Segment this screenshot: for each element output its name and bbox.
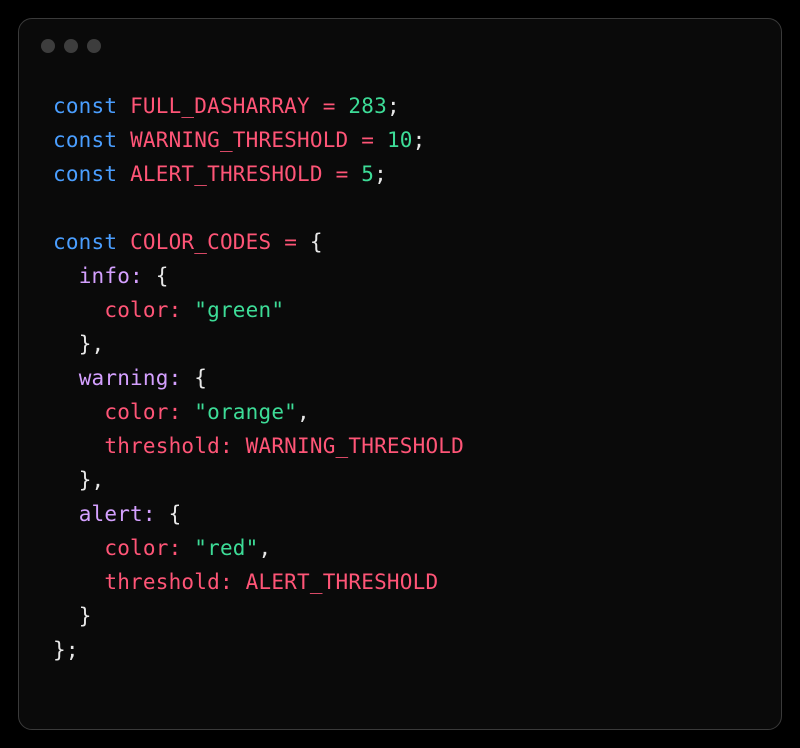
property-threshold: threshold: [104,434,232,458]
identifier-alert-threshold: ALERT_THRESHOLD [130,162,323,186]
property-color: color: [104,298,181,322]
operator-assign: = [336,162,349,186]
semicolon: ; [66,638,79,662]
number-literal: 10 [387,128,413,152]
code-window: const FULL_DASHARRAY = 283; const WARNIN… [18,18,782,730]
keyword-const: const [53,128,117,152]
window-control-zoom-icon[interactable] [87,39,101,53]
code-editor[interactable]: const FULL_DASHARRAY = 283; const WARNIN… [19,61,781,687]
comma: , [92,332,105,356]
comma: , [259,536,272,560]
brace-open: { [169,502,182,526]
property-color: color: [104,400,181,424]
string-literal-red: "red" [194,536,258,560]
keyword-const: const [53,230,117,254]
keyword-const: const [53,94,117,118]
string-literal-green: "green" [194,298,284,322]
identifier-ref-warning-threshold: WARNING_THRESHOLD [246,434,464,458]
brace-open: { [156,264,169,288]
identifier-warning-threshold: WARNING_THRESHOLD [130,128,348,152]
property-info: info: [79,264,143,288]
number-literal: 283 [348,94,387,118]
brace-close: } [53,638,66,662]
brace-close: } [79,468,92,492]
identifier-full-dasharray: FULL_DASHARRAY [130,94,310,118]
comma: , [92,468,105,492]
property-threshold: threshold: [104,570,232,594]
brace-close: } [79,332,92,356]
comma: , [297,400,310,424]
property-alert: alert: [79,502,156,526]
property-color: color: [104,536,181,560]
keyword-const: const [53,162,117,186]
window-control-minimize-icon[interactable] [64,39,78,53]
operator-assign: = [361,128,374,152]
operator-assign: = [284,230,297,254]
identifier-color-codes: COLOR_CODES [130,230,271,254]
brace-open: { [194,366,207,390]
window-control-close-icon[interactable] [41,39,55,53]
identifier-ref-alert-threshold: ALERT_THRESHOLD [246,570,439,594]
brace-open: { [310,230,323,254]
window-titlebar [19,19,781,61]
semicolon: ; [374,162,387,186]
semicolon: ; [387,94,400,118]
operator-assign: = [323,94,336,118]
semicolon: ; [413,128,426,152]
number-literal: 5 [361,162,374,186]
property-warning: warning: [79,366,182,390]
string-literal-orange: "orange" [194,400,297,424]
brace-close: } [79,604,92,628]
